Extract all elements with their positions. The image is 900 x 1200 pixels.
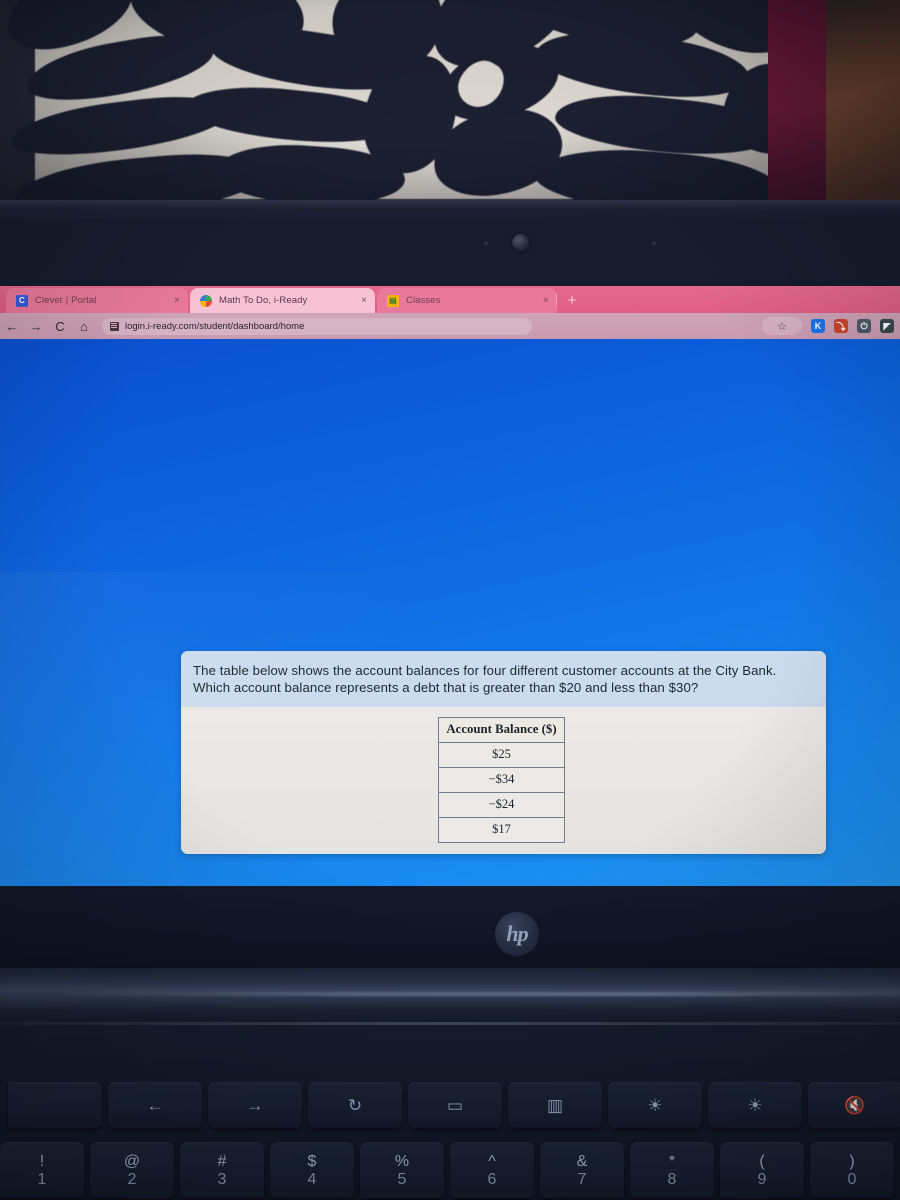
iready-icon	[200, 294, 212, 307]
key-8[interactable]: * 8	[630, 1142, 714, 1198]
table-row: −$34	[438, 766, 565, 793]
key-symbol: %	[394, 1152, 410, 1170]
question-card: The table below shows the account balanc…	[181, 651, 826, 854]
key-0[interactable]: ) 0	[810, 1142, 894, 1198]
table-cell: −$34	[438, 766, 565, 793]
key-number: 3	[217, 1170, 227, 1188]
key-number: 2	[127, 1170, 137, 1188]
key-6[interactable]: ^ 6	[450, 1142, 534, 1198]
laptop-hinge	[0, 968, 900, 1030]
browser-tab-classes[interactable]: ▤ Classes ×	[377, 288, 557, 313]
back-icon[interactable]: ←	[0, 319, 24, 334]
key-symbol: $	[307, 1152, 317, 1170]
key-symbol: !	[39, 1152, 45, 1170]
key-reload[interactable]: ↻	[308, 1082, 402, 1128]
table-column-header: Account Balance ($)	[438, 716, 565, 743]
key-fullscreen[interactable]: ▭	[408, 1082, 502, 1128]
table-row: $25	[438, 741, 565, 768]
key-symbol: @	[123, 1152, 141, 1170]
lower-screen-bezel	[0, 886, 900, 972]
key-symbol: (	[759, 1152, 765, 1170]
key-symbol: *	[668, 1152, 676, 1170]
key-symbol: #	[217, 1152, 227, 1170]
key-number: 0	[847, 1170, 857, 1188]
close-icon[interactable]: ×	[361, 295, 367, 306]
hinge-highlight	[60, 992, 900, 996]
close-icon[interactable]: ×	[174, 295, 180, 306]
table-row: $17	[438, 816, 565, 843]
key-window-overview[interactable]: ▥	[508, 1082, 602, 1128]
browser-toolbar: ← → C ⌂ login.i-ready.com/student/dashbo…	[0, 313, 900, 339]
tab-title: Math To Do, i-Ready	[219, 295, 308, 306]
power-extension-icon[interactable]: ⏻	[857, 319, 871, 333]
key-symbol: &	[576, 1152, 588, 1170]
table-cell: −$24	[438, 791, 565, 818]
function-key-row: ← → ↻ ▭ ▥ ☀ ☀ 🔇 🔊	[0, 1082, 900, 1130]
toolbar-actions: ☆ K ⤵ ⏻ ◤	[762, 313, 898, 339]
key-brightness-up[interactable]: ☀	[708, 1082, 802, 1128]
key-number: 7	[577, 1170, 587, 1188]
browser-tab-math-to-do[interactable]: Math To Do, i-Ready ×	[190, 288, 375, 313]
tab-title: Clever | Portal	[35, 295, 97, 306]
key-escape[interactable]	[8, 1082, 102, 1128]
question-header: The table below shows the account balanc…	[181, 651, 826, 707]
deck-edge-highlight	[0, 1022, 900, 1025]
key-3[interactable]: # 3	[180, 1142, 264, 1198]
key-2[interactable]: @ 2	[90, 1142, 174, 1198]
close-icon[interactable]: ×	[543, 295, 549, 306]
key-9[interactable]: ( 9	[720, 1142, 804, 1198]
home-icon[interactable]: ⌂	[72, 319, 96, 334]
laptop-screen: C Clever | Portal × Math To Do, i-Ready …	[0, 286, 900, 886]
key-number: 8	[667, 1170, 677, 1188]
site-info-icon[interactable]	[110, 321, 119, 331]
table-cell: $17	[438, 816, 565, 843]
table-cell: $25	[438, 741, 565, 768]
account-balance-table: Account Balance ($) $25 −$34 −$24 $17	[438, 716, 565, 843]
key-number: 6	[487, 1170, 497, 1188]
key-symbol: )	[849, 1152, 855, 1170]
key-number: 4	[307, 1170, 317, 1188]
key-symbol: ^	[488, 1152, 496, 1170]
key-number: 5	[397, 1170, 407, 1188]
key-5[interactable]: % 5	[360, 1142, 444, 1198]
tab-title: Classes	[406, 295, 441, 306]
browser-tab-strip: C Clever | Portal × Math To Do, i-Ready …	[0, 286, 900, 313]
clever-icon: C	[16, 294, 28, 307]
key-forward[interactable]: →	[208, 1082, 302, 1128]
key-4[interactable]: $ 4	[270, 1142, 354, 1198]
address-bar[interactable]: login.i-ready.com/student/dashboard/home	[102, 317, 532, 335]
google-classroom-icon: ▤	[387, 294, 399, 307]
laptop-photo-scene: C Clever | Portal × Math To Do, i-Ready …	[0, 0, 900, 1200]
key-1[interactable]: ! 1	[0, 1142, 84, 1198]
hp-brand-logo: hp	[495, 912, 539, 956]
reload-icon[interactable]: C	[48, 319, 72, 334]
browser-tab-clever[interactable]: C Clever | Portal ×	[6, 288, 188, 313]
key-7[interactable]: & 7	[540, 1142, 624, 1198]
microphone-right-icon	[652, 241, 656, 245]
new-tab-button[interactable]: +	[563, 292, 581, 310]
table-header-row: Account Balance ($)	[438, 716, 565, 743]
url-text: login.i-ready.com/student/dashboard/home	[125, 320, 305, 332]
adobe-acrobat-extension-icon[interactable]: ⤵	[834, 319, 848, 333]
key-brightness-down[interactable]: ☀	[608, 1082, 702, 1128]
forward-icon[interactable]: →	[24, 319, 48, 334]
screencast-extension-icon[interactable]: ◤	[880, 319, 894, 333]
room-background	[0, 0, 900, 212]
question-body: Account Balance ($) $25 −$34 −$24 $17	[181, 706, 826, 854]
key-number: 1	[37, 1170, 47, 1188]
microphone-left-icon	[484, 241, 488, 245]
tab-divider	[556, 294, 557, 307]
table-row: −$24	[438, 791, 565, 818]
key-back[interactable]: ←	[108, 1082, 202, 1128]
question-text: The table below shows the account balanc…	[193, 663, 777, 696]
bookmark-star-icon[interactable]: ☆	[762, 317, 802, 335]
webcam-icon	[512, 234, 529, 251]
key-number: 9	[757, 1170, 767, 1188]
kami-extension-icon[interactable]: K	[811, 319, 825, 333]
key-mute[interactable]: 🔇	[808, 1082, 900, 1128]
number-key-row: ! 1 @ 2 # 3 $ 4 % 5 ^ 6 & 7 * 8 (9) 0	[0, 1142, 900, 1200]
